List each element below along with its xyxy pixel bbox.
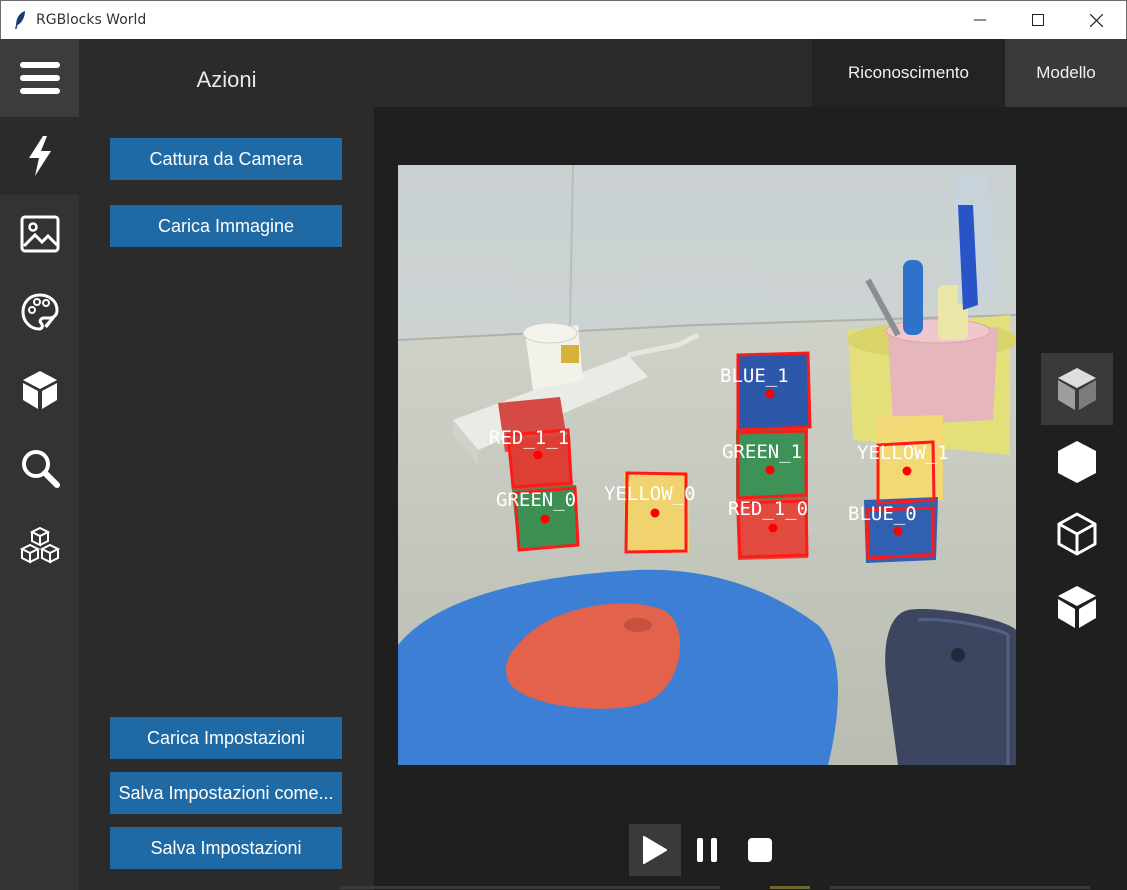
detection-label-green-0: GREEN_0 [496,489,576,511]
detection-center-green-0 [540,514,550,524]
detection-center-green-1 [765,465,775,475]
tab-model[interactable]: Modello [1005,39,1127,107]
view-split-button[interactable] [1041,571,1113,643]
close-icon [1089,13,1103,27]
detection-overlay: BLUE_1 RED_1_1 GREEN_1 YELLOW_1 GREEN_0 YELLO… [489,351,949,560]
camera-frame: BLUE_1 RED_1_1 GREEN_1 YELLOW_1 GREEN_0 YELLO… [398,165,1016,765]
view-hexagon-button[interactable] [1041,426,1113,498]
capture-camera-button[interactable]: Cattura da Camera [110,138,342,180]
cube-split-icon [1058,586,1096,628]
detection-label-red-1-1: RED_1_1 [489,427,569,449]
stop-icon [748,838,772,862]
detection-center-blue-0 [893,526,903,536]
save-settings-as-button[interactable]: Salva Impostazioni come... [110,772,342,814]
detection-label-yellow-0: YELLOW_0 [604,483,696,505]
cube-icon [22,371,57,409]
play-icon [643,836,667,864]
rail-actions[interactable] [0,117,79,195]
minimize-icon [974,19,986,21]
minimize-button[interactable] [951,1,1009,39]
window-title: RGBlocks World [36,12,147,28]
detection-label-yellow-1: YELLOW_1 [857,442,949,464]
rail-palette[interactable] [0,273,79,351]
icon-rail [0,39,79,890]
detection-center-red-1-0 [768,523,778,533]
console-text-strip [340,886,1090,889]
pause-button[interactable] [681,824,733,876]
save-settings-button[interactable]: Salva Impostazioni [110,827,342,869]
actions-panel: Azioni Cattura da Camera Carica Immagine… [79,39,374,890]
rail-cube[interactable] [0,351,79,429]
image-icon [20,215,59,253]
rail-image[interactable] [0,195,79,273]
play-button[interactable] [629,824,681,876]
detection-label-blue-0: BLUE_0 [848,503,917,525]
detection-label-red-1-0: RED_1_0 [728,498,808,520]
menu-button[interactable] [0,39,79,117]
detection-center-red-1-1 [533,450,543,460]
maximize-icon [1032,14,1044,26]
rail-blocks[interactable] [0,507,79,585]
feather-icon [15,11,25,29]
rail-search[interactable] [0,429,79,507]
cube-outline-icon [1057,512,1097,556]
load-settings-button[interactable]: Carica Impostazioni [110,717,342,759]
view-wireframe-button[interactable] [1041,498,1113,570]
actions-title: Azioni [196,67,257,92]
detection-center-yellow-1 [902,466,912,476]
menu-icon [19,62,60,94]
detection-center-blue-1 [765,389,775,399]
palette-icon [20,293,59,331]
lightning-icon [28,136,51,176]
detection-label-blue-1: BLUE_1 [720,365,789,387]
pause-icon [697,838,717,862]
close-button[interactable] [1067,1,1125,39]
load-image-button[interactable]: Carica Immagine [110,205,342,247]
detection-label-green-1: GREEN_1 [722,441,802,463]
detection-center-yellow-0 [650,508,660,518]
hexagon-icon [1058,441,1096,483]
stop-button[interactable] [734,824,786,876]
title-bar: RGBlocks World [0,0,1127,39]
cube-solid-icon [1058,368,1096,410]
blocks-icon [19,526,60,564]
search-icon [21,450,60,488]
maximize-button[interactable] [1009,1,1067,39]
view-solid-button[interactable] [1041,353,1113,425]
tab-recognition[interactable]: Riconoscimento [812,39,1005,107]
